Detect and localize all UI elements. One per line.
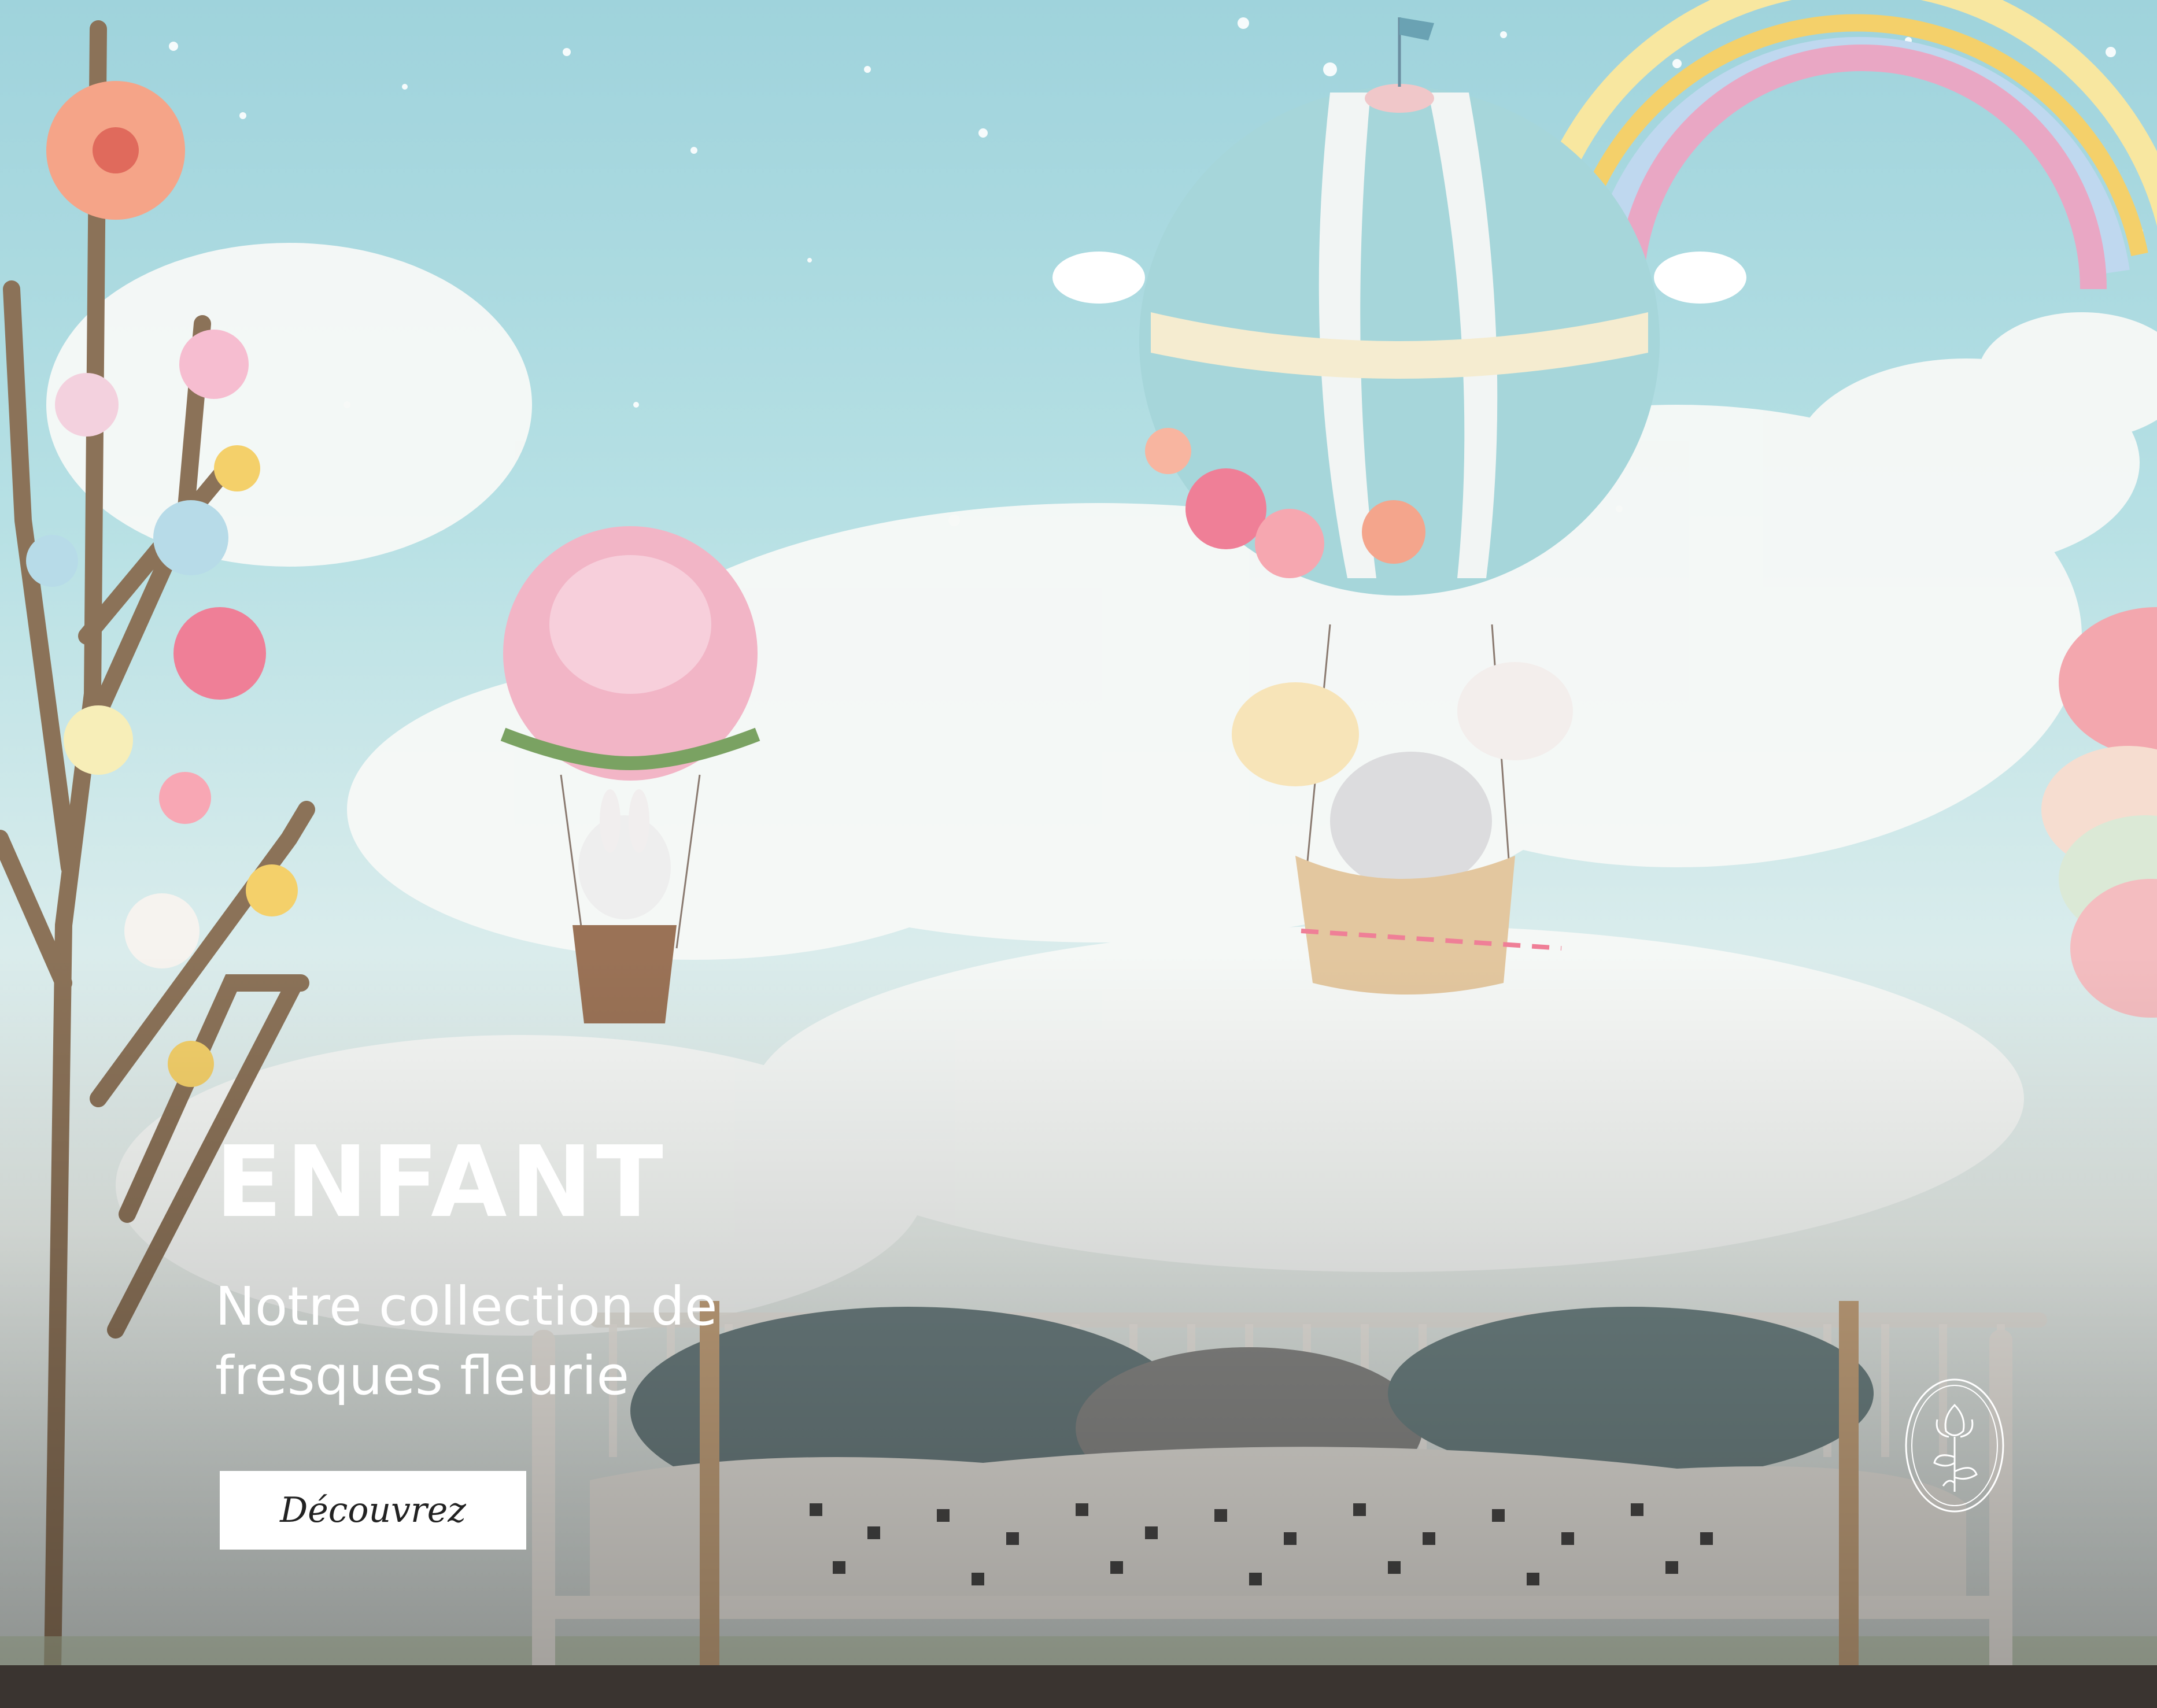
floor [0,1665,2157,1708]
decouvrez-button[interactable]: Découvrez [220,1471,526,1550]
magnolia-flower-oval-logo-icon [1905,1378,2004,1513]
hero-subtitle: Notre collection de fresques fleurie [215,1272,909,1411]
hero-subtitle-line-2: fresques fleurie [215,1345,630,1407]
hero-title: ENFANT [215,1125,667,1240]
hero-subtitle-line-1: Notre collection de [215,1276,718,1337]
hero-text-block: ENFANT [215,1133,667,1232]
hero-banner[interactable]: ENFANT Notre collection de fresques fleu… [0,0,2157,1708]
